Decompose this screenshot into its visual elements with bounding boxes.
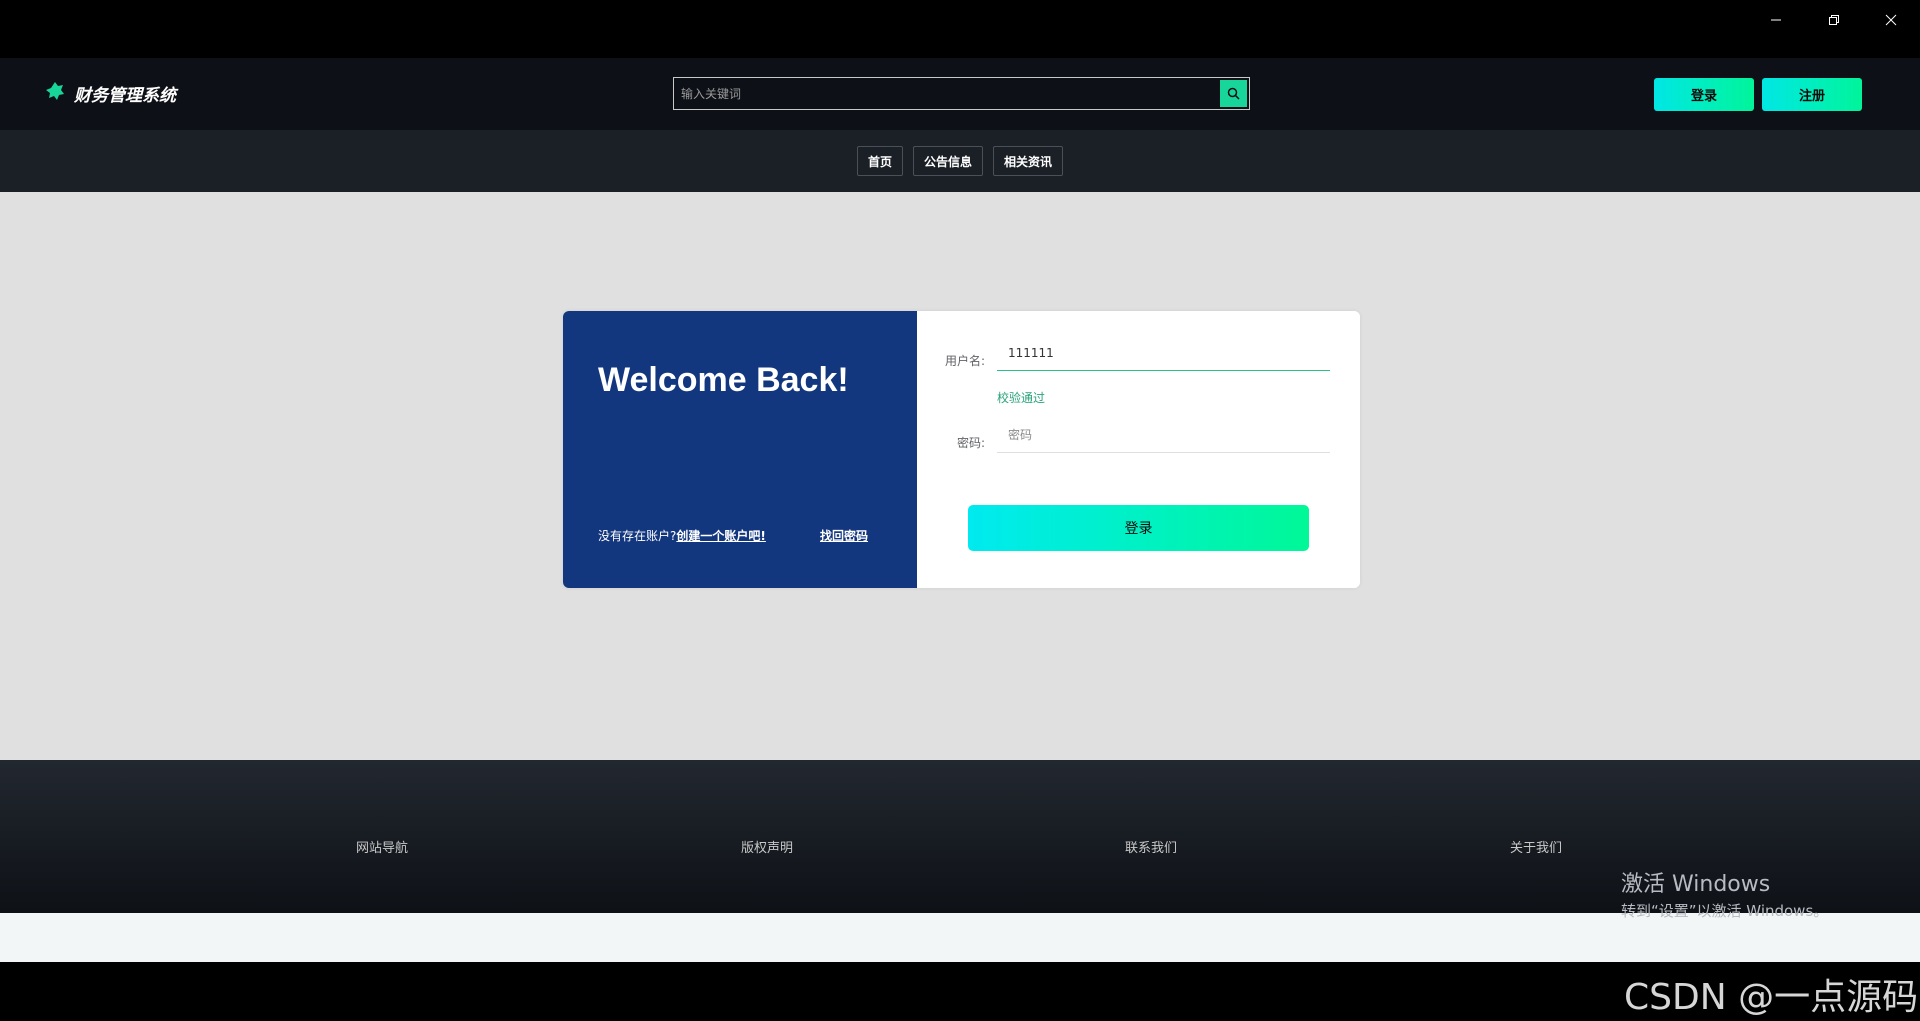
login-form: 用户名: I 校验通过 密码: 登录 xyxy=(917,311,1360,588)
welcome-heading: Welcome Back! xyxy=(598,361,849,399)
close-icon[interactable] xyxy=(1868,6,1914,34)
nav-item-news[interactable]: 相关资讯 xyxy=(993,146,1064,176)
footer-about[interactable]: 关于我们 xyxy=(1510,837,1562,856)
site-header: 财务管理系统 登录 注册 xyxy=(0,58,1920,130)
search-button[interactable] xyxy=(1220,80,1247,107)
leaf-logo-icon xyxy=(44,80,66,106)
header-login-button[interactable]: 登录 xyxy=(1654,78,1754,111)
site-title: 财务管理系统 xyxy=(74,85,176,106)
find-password-link[interactable]: 找回密码 xyxy=(820,527,868,544)
password-label: 密码: xyxy=(956,436,985,450)
activation-title: 激活 Windows xyxy=(1621,872,1771,897)
main-content: Welcome Back! 没有存在账户?创建一个账户吧! 找回密码 用户名: … xyxy=(0,192,1920,760)
restore-icon[interactable] xyxy=(1811,6,1857,34)
username-label: 用户名: xyxy=(944,354,985,368)
nav-item-announcements[interactable]: 公告信息 xyxy=(912,146,983,176)
validation-message: 校验通过 xyxy=(997,391,1046,405)
footer-site-nav[interactable]: 网站导航 xyxy=(356,837,408,856)
login-card: Welcome Back! 没有存在账户?创建一个账户吧! 找回密码 用户名: … xyxy=(563,311,1360,588)
login-card-welcome-panel: Welcome Back! 没有存在账户?创建一个账户吧! 找回密码 xyxy=(563,311,917,588)
minimize-icon[interactable] xyxy=(1753,6,1799,34)
no-account-text: 没有存在账户? xyxy=(598,529,677,543)
main-nav: 首页 公告信息 相关资讯 xyxy=(0,130,1920,192)
windows-activation-notice: 激活 Windows 转到“设置”以激活 Windows。 xyxy=(1621,866,1828,921)
footer-contact[interactable]: 联系我们 xyxy=(1125,837,1177,856)
search-icon xyxy=(1227,87,1240,100)
logo[interactable]: 财务管理系统 xyxy=(44,80,176,106)
window-titlebar xyxy=(0,0,1920,58)
password-field[interactable] xyxy=(997,417,1330,453)
search-input[interactable] xyxy=(674,78,1220,109)
footer-copyright[interactable]: 版权声明 xyxy=(741,837,793,856)
login-submit-button[interactable]: 登录 xyxy=(968,505,1309,551)
create-account-link[interactable]: 创建一个账户吧! xyxy=(676,529,765,543)
activation-subtitle: 转到“设置”以激活 Windows。 xyxy=(1621,902,1829,920)
signup-prompt: 没有存在账户?创建一个账户吧! xyxy=(598,527,766,544)
csdn-watermark: CSDN @一点源码 xyxy=(1624,977,1919,1018)
search-bar xyxy=(673,77,1250,110)
header-register-button[interactable]: 注册 xyxy=(1762,78,1862,111)
nav-item-home[interactable]: 首页 xyxy=(856,146,903,176)
username-field[interactable] xyxy=(997,335,1330,371)
